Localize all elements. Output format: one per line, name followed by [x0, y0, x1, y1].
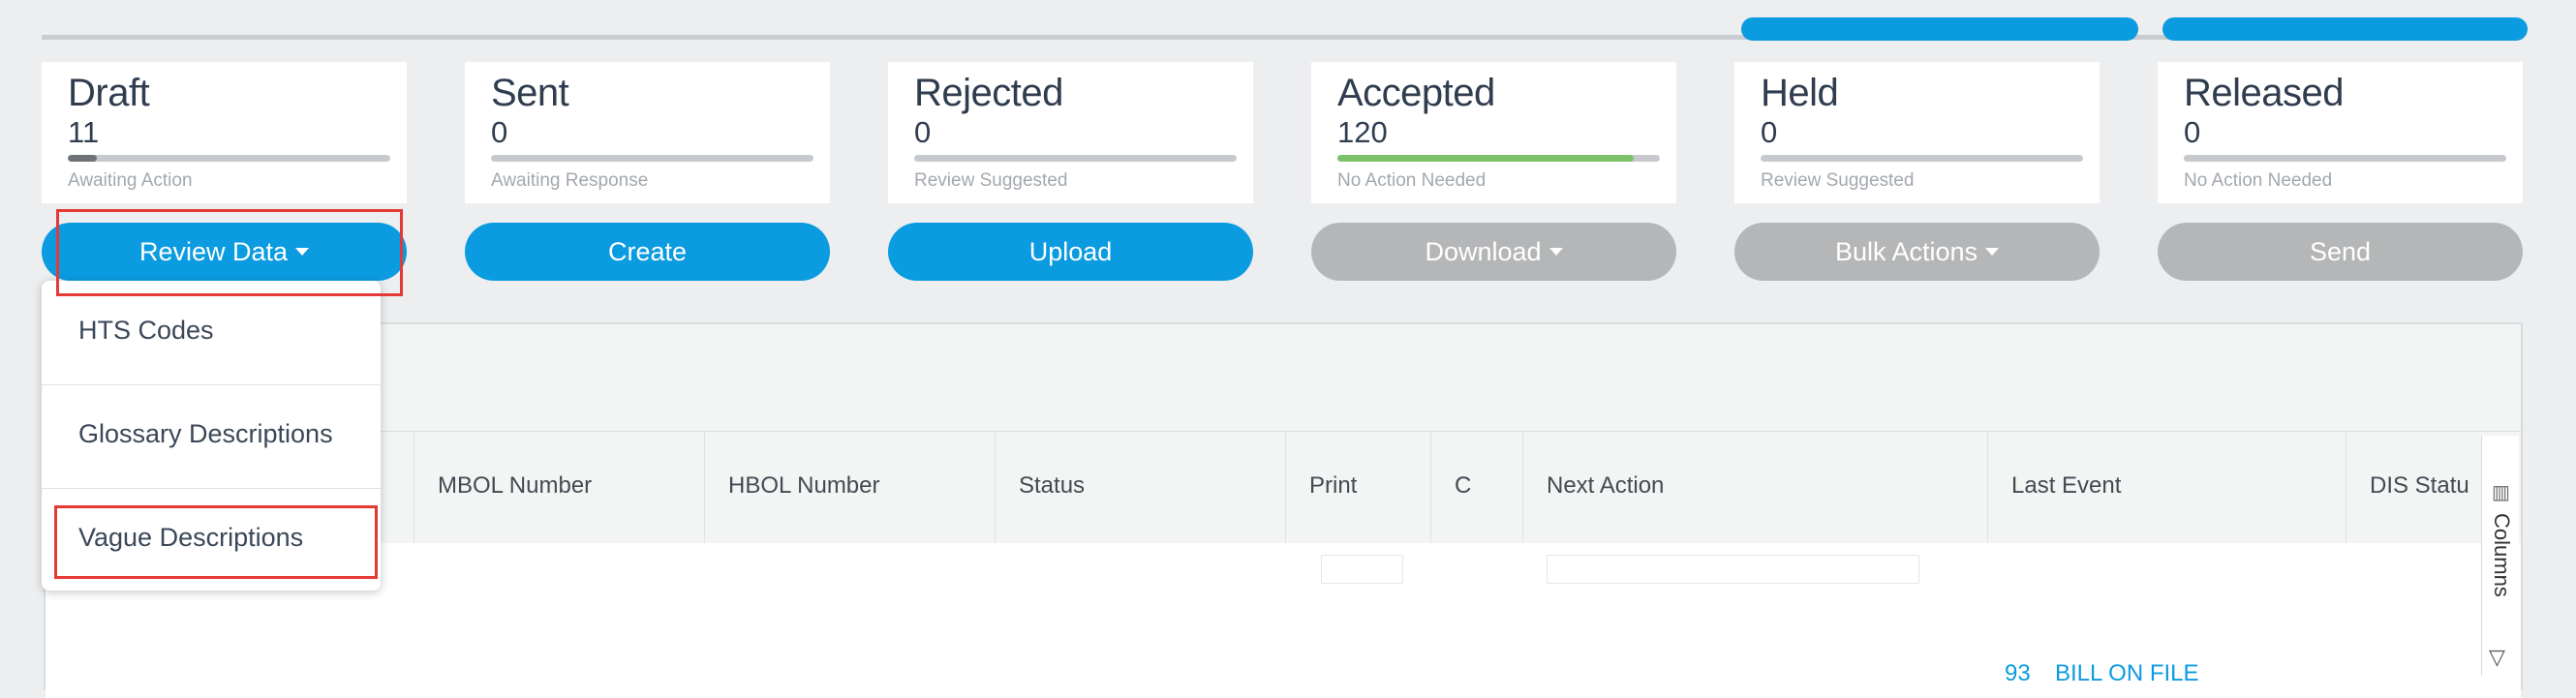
progress-bar — [68, 155, 390, 162]
row-cell-box — [1547, 555, 1919, 584]
card-subtitle: No Action Needed — [2184, 170, 2333, 191]
status-card-draft: Draft 11 Awaiting Action — [42, 62, 407, 203]
send-button[interactable]: Send — [2158, 223, 2523, 281]
top-button-left[interactable] — [1741, 17, 2138, 41]
dropdown-item-label: Glossary Descriptions — [78, 419, 333, 448]
dropdown-item-vague-descriptions[interactable]: Vague Descriptions — [42, 488, 381, 592]
progress-bar — [914, 155, 1237, 162]
status-card-released: Released 0 No Action Needed — [2158, 62, 2523, 203]
card-count: 0 — [491, 115, 508, 149]
filter-icon[interactable]: ▽ — [2489, 645, 2505, 670]
dropdown-item-label: HTS Codes — [78, 316, 214, 345]
card-title: Accepted — [1337, 72, 1495, 114]
row-cell-box — [1321, 555, 1403, 584]
dropdown-item-label: Vague Descriptions — [78, 523, 304, 552]
caret-down-icon — [295, 248, 310, 256]
progress-bar — [491, 155, 813, 162]
column-header-label: Status — [1019, 472, 1086, 499]
grid-header-row: MBOL Number ▽ HBOL Number ▽ Status ▽ Pri… — [46, 431, 2521, 651]
card-title: Released — [2184, 72, 2345, 114]
bulk-actions-button[interactable]: Bulk Actions — [1734, 223, 2100, 281]
send-label: Send — [2309, 236, 2372, 266]
card-subtitle: No Action Needed — [1337, 170, 1487, 191]
row-link-number[interactable]: 93 — [2005, 660, 2031, 687]
upload-button[interactable]: Upload — [888, 223, 1253, 281]
columns-icon: ▥ — [2492, 482, 2510, 503]
card-title: Sent — [491, 72, 569, 114]
dropdown-item-hts-codes[interactable]: HTS Codes — [42, 281, 381, 384]
top-button-right[interactable] — [2162, 17, 2528, 41]
review-data-dropdown: HTS Codes Glossary Descriptions Vague De… — [42, 281, 381, 591]
top-divider — [42, 17, 2528, 41]
status-card-sent: Sent 0 Awaiting Response — [465, 62, 830, 203]
status-card-rejected: Rejected 0 Review Suggested — [888, 62, 1253, 203]
card-subtitle: Review Suggested — [914, 170, 1068, 191]
upload-label: Upload — [1028, 236, 1113, 266]
data-grid: oups MBOL Number ▽ HBOL Number ▽ Status … — [44, 322, 2523, 698]
column-header-label: HBOL Number — [728, 472, 880, 499]
download-button[interactable]: Download — [1311, 223, 1676, 281]
progress-bar — [1337, 155, 1660, 162]
create-button[interactable]: Create — [465, 223, 830, 281]
columns-panel-label[interactable]: Columns — [2489, 513, 2514, 597]
card-title: Draft — [68, 72, 150, 114]
bulk-actions-label: Bulk Actions — [1834, 236, 1978, 266]
caret-down-icon — [1985, 248, 2000, 256]
column-header-label: Print — [1309, 472, 1358, 499]
card-subtitle: Awaiting Response — [491, 170, 649, 191]
progress-bar — [1761, 155, 2083, 162]
card-title: Rejected — [914, 72, 1063, 114]
progress-fill — [68, 155, 97, 162]
review-data-label: Review Data — [138, 236, 289, 266]
column-header-label: MBOL Number — [438, 472, 593, 499]
create-label: Create — [607, 236, 688, 266]
card-count: 0 — [2184, 115, 2201, 149]
card-subtitle: Review Suggested — [1761, 170, 1915, 191]
column-header-label: DIS Statu — [2370, 472, 2469, 499]
card-count: 0 — [1761, 115, 1778, 149]
review-data-button[interactable]: Review Data — [42, 223, 407, 281]
card-subtitle: Awaiting Action — [68, 170, 193, 191]
card-title: Held — [1761, 72, 1839, 114]
column-header-label: Next Action — [1547, 472, 1665, 499]
status-card-accepted: Accepted 120 No Action Needed — [1311, 62, 1676, 203]
card-count: 11 — [68, 115, 100, 149]
column-header-label: C — [1455, 472, 1472, 499]
caret-down-icon — [1549, 248, 1563, 256]
download-label: Download — [1425, 236, 1542, 266]
progress-bar — [2184, 155, 2506, 162]
card-count: 0 — [914, 115, 932, 149]
progress-fill — [1337, 155, 1635, 162]
column-header-label: Last Event — [2011, 472, 2122, 499]
card-count: 120 — [1337, 115, 1388, 149]
dropdown-item-glossary-descriptions[interactable]: Glossary Descriptions — [42, 384, 381, 488]
row-link-status[interactable]: BILL ON FILE — [2055, 660, 2199, 687]
status-card-held: Held 0 Review Suggested — [1734, 62, 2100, 203]
